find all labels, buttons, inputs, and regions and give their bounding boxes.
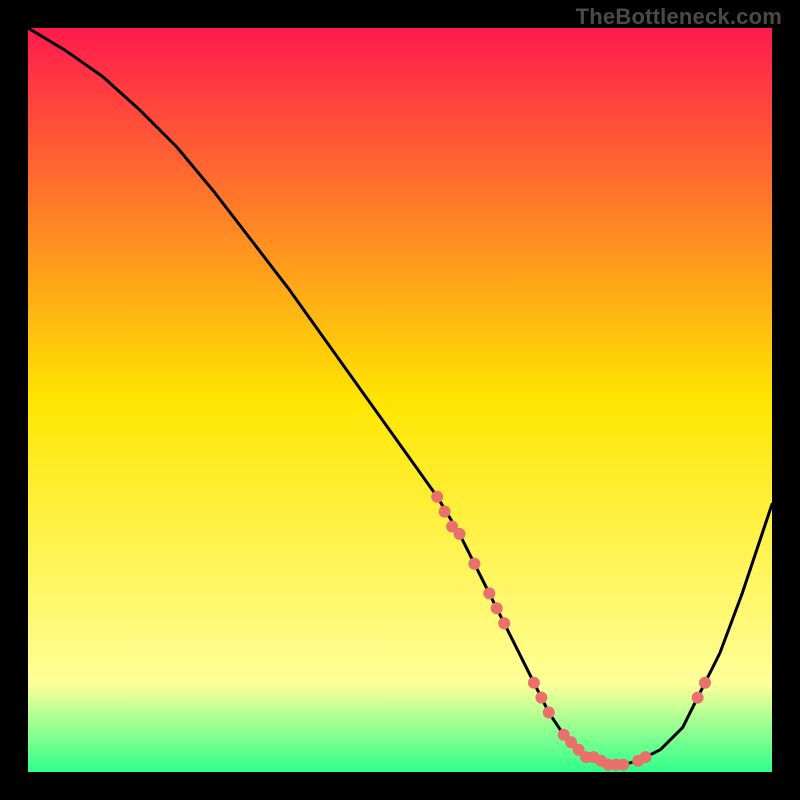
- data-point: [498, 617, 510, 629]
- plot-area: [28, 28, 772, 772]
- data-point: [483, 587, 495, 599]
- data-point: [640, 751, 652, 763]
- data-point: [439, 506, 451, 518]
- watermark-text: TheBottleneck.com: [576, 4, 782, 30]
- data-point: [692, 692, 704, 704]
- chart-svg: [28, 28, 772, 772]
- data-point: [431, 491, 443, 503]
- gradient-background: [28, 28, 772, 772]
- data-point: [468, 558, 480, 570]
- data-point: [528, 677, 540, 689]
- data-point: [543, 707, 555, 719]
- data-point: [454, 528, 466, 540]
- data-point: [699, 677, 711, 689]
- data-point: [491, 602, 503, 614]
- data-point: [535, 692, 547, 704]
- chart-container: TheBottleneck.com: [0, 0, 800, 800]
- data-point: [617, 759, 629, 771]
